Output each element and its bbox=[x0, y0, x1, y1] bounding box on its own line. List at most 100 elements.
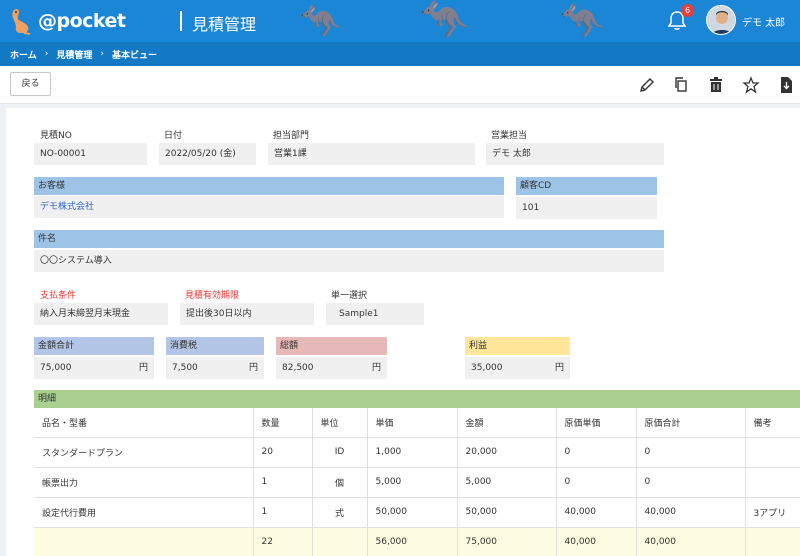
table-cell: 22 bbox=[253, 527, 313, 556]
table-cell: 帳票出力 bbox=[34, 467, 254, 498]
app-logo[interactable]: @pocket bbox=[6, 5, 126, 37]
yen-unit: 円 bbox=[554, 363, 564, 373]
customer-link[interactable]: デモ株式会社 bbox=[34, 196, 504, 218]
date-label: 日付 bbox=[164, 131, 183, 141]
table-cell: 0 bbox=[556, 437, 637, 468]
column-header: 単価 bbox=[367, 408, 458, 438]
table-cell: 56,000 bbox=[367, 527, 458, 556]
table-cell: 0 bbox=[556, 467, 637, 498]
user-photo-icon bbox=[707, 6, 735, 34]
date-field: 2022/05/20 (金) bbox=[159, 143, 256, 165]
table-cell bbox=[34, 527, 254, 556]
app-header: 🦘 🦘 🦘 @pocket 見積管理 6 デモ 太郎 bbox=[0, 0, 800, 42]
breadcrumb-estimates[interactable]: 見積管理 bbox=[56, 48, 92, 61]
grand-total-label: 総額 bbox=[276, 337, 387, 355]
table-cell: 40,000 bbox=[636, 497, 746, 528]
grand-total-value: 82,500 bbox=[282, 363, 314, 373]
grand-total-field: 82,500 円 bbox=[276, 357, 387, 379]
breadcrumb-home[interactable]: ホーム bbox=[10, 48, 37, 61]
validity-field: 提出後30日以内 bbox=[180, 303, 314, 325]
table-cell: 50,000 bbox=[457, 497, 557, 528]
profit-label: 利益 bbox=[465, 337, 570, 355]
details-table: 品名・型番 数量 単位 単価 金額 原価単価 原価合計 備考 スタンダードプラン… bbox=[34, 408, 800, 556]
subject-field: 〇〇システム導入 bbox=[34, 250, 664, 272]
table-cell: 0 bbox=[636, 437, 746, 468]
kangaroo-logo-icon bbox=[12, 8, 31, 35]
table-cell: 20 bbox=[253, 437, 313, 468]
table-cell: 1,000 bbox=[367, 437, 458, 468]
tax-field: 7,500 円 bbox=[166, 357, 264, 379]
table-row: 設定代行費用 1 式 50,000 50,000 40,000 40,000 3… bbox=[34, 497, 800, 528]
chevron-right-icon: › bbox=[100, 49, 104, 59]
yen-unit: 円 bbox=[371, 363, 381, 373]
customer-cd-field: 101 bbox=[516, 197, 657, 219]
column-header: 原価単価 bbox=[556, 408, 637, 438]
toolbar: 戻る bbox=[0, 66, 800, 104]
profit-field: 35,000 円 bbox=[465, 357, 570, 379]
delete-icon[interactable] bbox=[707, 76, 725, 94]
column-header: 単位 bbox=[312, 408, 368, 438]
table-cell: 20,000 bbox=[457, 437, 557, 468]
customer-cd-label: 顧客CD bbox=[516, 177, 657, 195]
table-cell: 40,000 bbox=[556, 527, 637, 556]
table-cell: スタンダードプラン bbox=[34, 437, 254, 468]
table-cell: 5,000 bbox=[457, 467, 557, 498]
payment-terms-label: 支払条件 bbox=[40, 291, 77, 301]
amount-total-field: 75,000 円 bbox=[34, 357, 154, 379]
download-icon[interactable] bbox=[777, 76, 795, 94]
title-divider bbox=[180, 11, 182, 31]
page-title: 見積管理 bbox=[192, 15, 257, 34]
customer-label: お客様 bbox=[34, 177, 504, 195]
table-cell: 設定代行費用 bbox=[34, 497, 254, 528]
column-header: 数量 bbox=[253, 408, 313, 438]
avatar[interactable] bbox=[706, 5, 736, 35]
copy-icon[interactable] bbox=[672, 76, 690, 94]
table-row: 帳票出力 1 個 5,000 5,000 0 0 bbox=[34, 467, 800, 498]
table-cell: 0 bbox=[636, 467, 746, 498]
table-cell: 1 bbox=[253, 497, 313, 528]
department-label: 担当部門 bbox=[273, 131, 310, 141]
table-cell: 50,000 bbox=[367, 497, 458, 528]
table-cell: 1 bbox=[253, 467, 313, 498]
tax-label: 消費税 bbox=[166, 337, 264, 355]
breadcrumb: ホーム › 見積管理 › 基本ビュー bbox=[0, 42, 800, 66]
table-cell: 個 bbox=[312, 467, 368, 498]
payment-terms-field: 納入月末締翌月末現金 bbox=[34, 303, 168, 325]
column-header: 備考 bbox=[745, 408, 800, 438]
column-header: 金額 bbox=[457, 408, 557, 438]
yen-unit: 円 bbox=[248, 363, 258, 373]
department-field: 営業1課 bbox=[268, 143, 475, 165]
back-button[interactable]: 戻る bbox=[10, 72, 51, 96]
yen-unit: 円 bbox=[138, 363, 148, 373]
chevron-right-icon: › bbox=[44, 49, 49, 59]
breadcrumb-current-view: 基本ビュー bbox=[111, 50, 157, 61]
details-section-header: 明細 bbox=[34, 390, 800, 408]
table-cell: 式 bbox=[312, 497, 368, 528]
table-cell: 40,000 bbox=[636, 527, 746, 556]
table-cell: 3アプリ bbox=[745, 497, 800, 528]
table-cell bbox=[312, 527, 368, 556]
star-icon[interactable] bbox=[742, 76, 760, 94]
table-cell bbox=[745, 467, 800, 498]
table-cell: ID bbox=[312, 437, 368, 468]
validity-label: 見積有効期限 bbox=[185, 291, 240, 301]
table-cell: 5,000 bbox=[367, 467, 458, 498]
amount-total-label: 金額合計 bbox=[34, 337, 154, 355]
profit-value: 35,000 bbox=[471, 363, 503, 373]
column-header: 原価合計 bbox=[636, 408, 746, 438]
table-cell bbox=[745, 437, 800, 468]
table-row: スタンダードプラン 20 ID 1,000 20,000 0 0 bbox=[34, 437, 800, 468]
sales-rep-field: デモ 太郎 bbox=[486, 143, 664, 165]
kangaroo-decoration-icon: 🦘 bbox=[560, 1, 605, 42]
table-header-row: 品名・型番 数量 単位 単価 金額 原価単価 原価合計 備考 bbox=[34, 408, 800, 438]
table-cell: 75,000 bbox=[457, 527, 557, 556]
single-select-field: Sample1 bbox=[326, 303, 424, 325]
estimate-no-field: NO-00001 bbox=[34, 143, 147, 165]
logo-text: @pocket bbox=[38, 10, 126, 32]
edit-icon[interactable] bbox=[638, 76, 656, 94]
kangaroo-decoration-icon: 🦘 bbox=[420, 0, 470, 42]
amount-total-value: 75,000 bbox=[40, 363, 72, 373]
user-name[interactable]: デモ 太郎 bbox=[742, 14, 785, 29]
table-cell bbox=[745, 527, 800, 556]
notification-badge: 6 bbox=[681, 4, 694, 17]
